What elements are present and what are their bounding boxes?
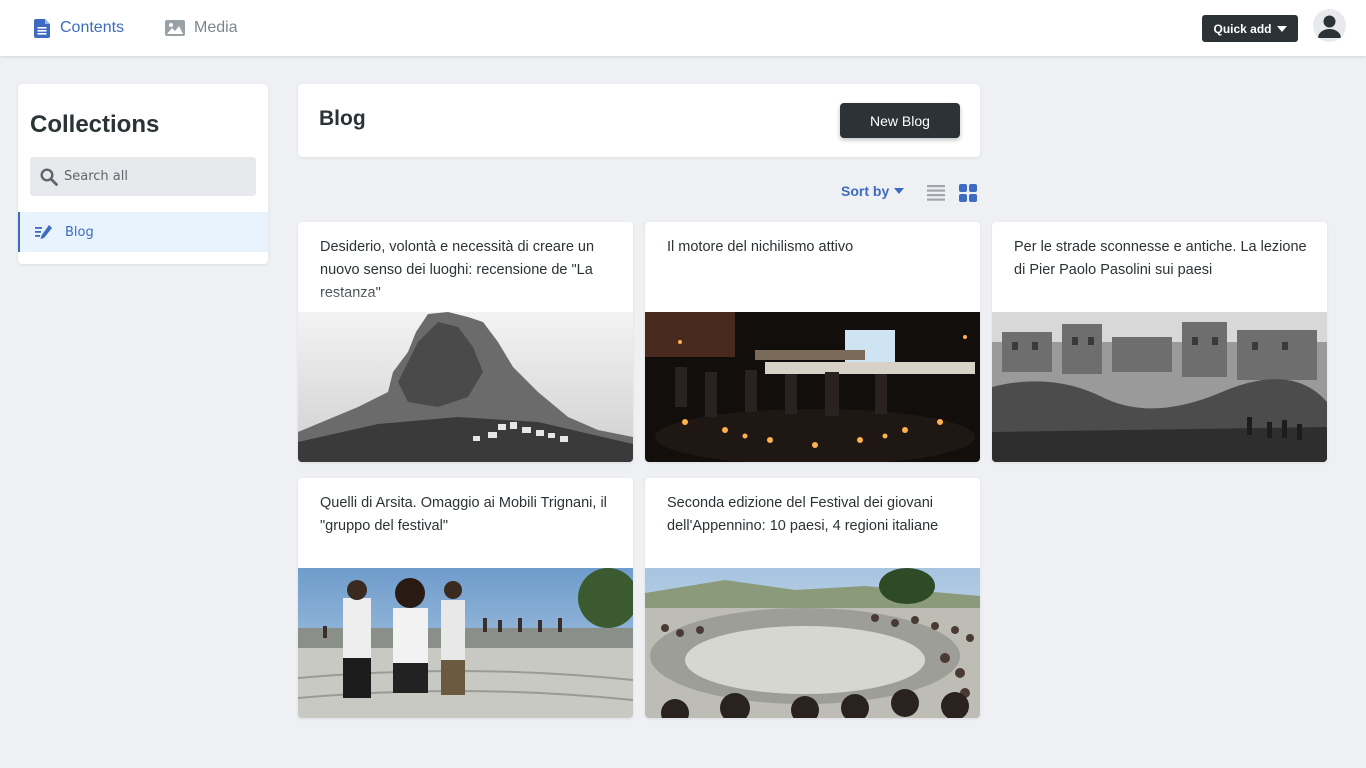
collection-header: Blog New Blog (298, 84, 980, 157)
grid-view-icon[interactable] (959, 184, 977, 202)
new-blog-button[interactable]: New Blog (840, 103, 960, 138)
card-image (992, 312, 1327, 462)
sidebar-title: Collections (30, 111, 160, 138)
nav-media-tab[interactable]: Media (165, 0, 238, 56)
search-input[interactable] (64, 169, 244, 184)
quick-add-label: Quick add (1213, 21, 1272, 36)
user-avatar[interactable] (1313, 9, 1346, 42)
nav-contents-tab[interactable]: Contents (34, 0, 124, 56)
card-image (298, 312, 633, 462)
blog-card[interactable]: Seconda edizione del Festival dei giovan… (645, 478, 980, 718)
blog-card[interactable]: Quelli di Arsita. Omaggio ai Mobili Trig… (298, 478, 633, 718)
search-icon (40, 167, 58, 186)
sidebar-item-blog[interactable]: Blog (18, 212, 268, 252)
card-image (645, 312, 980, 462)
edit-lines-icon (35, 225, 52, 239)
nav-media-label: Media (194, 19, 238, 36)
card-image (298, 568, 633, 718)
collections-sidebar: Collections Blog (18, 84, 268, 264)
top-bar: Contents Media Quick add (0, 0, 1366, 56)
blog-card[interactable]: Il motore del nichilismo attivo (645, 222, 980, 462)
user-icon (1318, 15, 1341, 38)
card-title: Quelli di Arsita. Omaggio ai Mobili Trig… (320, 495, 607, 534)
search-box[interactable] (30, 157, 256, 196)
sort-by-label: Sort by (841, 183, 890, 199)
card-title: Desiderio, volontà e necessità di creare… (320, 239, 595, 301)
card-title: Per le strade sconnesse e antiche. La le… (1014, 239, 1307, 278)
page-title: Blog (319, 107, 366, 130)
document-icon (34, 18, 50, 38)
card-image (645, 568, 980, 718)
blog-card[interactable]: Per le strade sconnesse e antiche. La le… (992, 222, 1327, 462)
card-title: Il motore del nichilismo attivo (667, 239, 854, 255)
card-title: Seconda edizione del Festival dei giovan… (667, 495, 939, 534)
quick-add-button[interactable]: Quick add (1202, 15, 1298, 42)
chevron-down-icon (894, 188, 905, 194)
sidebar-item-label: Blog (65, 224, 94, 240)
nav-contents-label: Contents (60, 19, 125, 36)
sort-by-dropdown[interactable]: Sort by (841, 183, 905, 199)
image-icon (165, 20, 185, 36)
blog-card[interactable]: Desiderio, volontà e necessità di creare… (298, 222, 633, 462)
chevron-down-icon (1276, 25, 1287, 32)
list-view-icon[interactable] (927, 184, 945, 202)
